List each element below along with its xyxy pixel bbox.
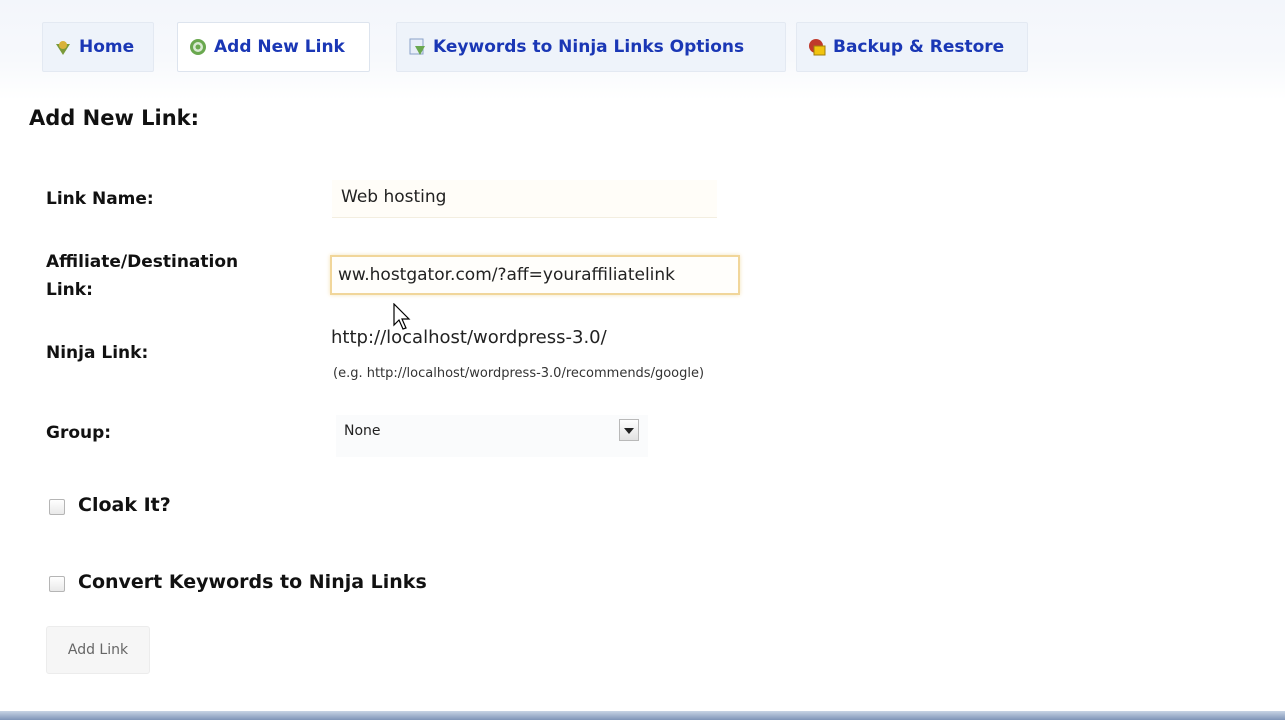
ninja-link-label: Ninja Link: xyxy=(46,343,149,363)
tab-bar: Home Add New Link Keywords to Ninja Link… xyxy=(0,0,1285,100)
add-link-button[interactable]: Add Link xyxy=(46,626,150,674)
tab-home-label: Home xyxy=(79,37,135,57)
affiliate-label-line1: Affiliate/Destination xyxy=(46,252,239,272)
chevron-down-icon[interactable] xyxy=(619,419,639,441)
keywords-icon xyxy=(407,37,427,57)
group-label: Group: xyxy=(46,423,112,443)
cloak-label: Cloak It? xyxy=(78,494,171,516)
backup-icon xyxy=(807,37,827,57)
link-name-label: Link Name: xyxy=(46,189,154,209)
ninja-link-hint: (e.g. http://localhost/wordpress-3.0/rec… xyxy=(333,366,705,381)
affiliate-label-line2: Link: xyxy=(46,280,93,300)
link-name-value: Web hosting xyxy=(341,187,447,207)
page-title: Add New Link: xyxy=(29,106,200,130)
tab-add-new-link-label: Add New Link xyxy=(214,37,345,57)
convert-keywords-label: Convert Keywords to Ninja Links xyxy=(78,571,427,593)
window-bottom-edge xyxy=(0,711,1285,720)
tab-home[interactable]: Home xyxy=(42,22,154,72)
tab-keywords-options[interactable]: Keywords to Ninja Links Options xyxy=(396,22,786,72)
affiliate-input[interactable] xyxy=(330,255,740,295)
tab-keywords-label: Keywords to Ninja Links Options xyxy=(433,37,745,57)
home-icon xyxy=(53,37,73,57)
group-select-value: None xyxy=(344,423,381,439)
affiliate-label: Affiliate/Destination Link: xyxy=(46,248,238,304)
tab-add-new-link[interactable]: Add New Link xyxy=(177,22,370,72)
tab-backup-label: Backup & Restore xyxy=(833,37,1005,57)
convert-keywords-checkbox[interactable] xyxy=(49,576,65,592)
cloak-checkbox[interactable] xyxy=(49,499,65,515)
add-link-icon xyxy=(188,37,208,57)
tab-backup-restore[interactable]: Backup & Restore xyxy=(796,22,1028,72)
ninja-link-base-url: http://localhost/wordpress-3.0/ xyxy=(331,327,607,348)
group-select[interactable]: None xyxy=(336,415,648,457)
